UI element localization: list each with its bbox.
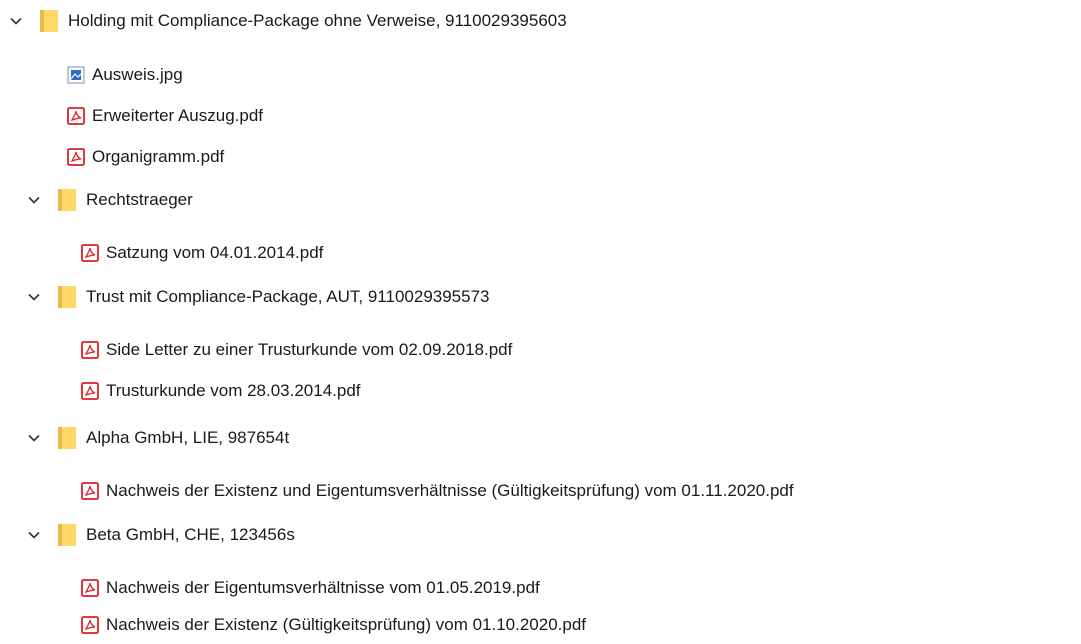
pdf-file-icon — [80, 615, 100, 635]
tree-folder-trust[interactable]: Trust mit Compliance-Package, AUT, 91100… — [26, 282, 490, 312]
tree-folder-label: Trust mit Compliance-Package, AUT, 91100… — [86, 287, 490, 306]
tree-file-label: Trusturkunde vom 28.03.2014.pdf — [106, 381, 361, 400]
pdf-file-icon — [66, 147, 86, 167]
tree-file-label: Satzung vom 04.01.2014.pdf — [106, 243, 324, 262]
tree-folder-rechtstraeger[interactable]: Rechtstraeger — [26, 185, 193, 215]
tree-folder-beta[interactable]: Beta GmbH, CHE, 123456s — [26, 520, 295, 550]
pdf-file-icon — [80, 481, 100, 501]
tree-file[interactable]: Nachweis der Existenz und Eigentumsverhä… — [80, 476, 794, 506]
tree-file[interactable]: Satzung vom 04.01.2014.pdf — [80, 238, 323, 268]
tree-file[interactable]: Nachweis der Eigentumsverhältnisse vom 0… — [80, 573, 540, 603]
tree-file-label: Organigramm.pdf — [92, 147, 225, 166]
tree-folder-label: Beta GmbH, CHE, 123456s — [86, 525, 295, 544]
chevron-down-icon[interactable] — [26, 289, 42, 305]
pdf-file-icon — [80, 243, 100, 263]
pdf-file-icon — [66, 106, 86, 126]
chevron-down-icon[interactable] — [26, 527, 42, 543]
tree-file-label: Nachweis der Existenz und Eigentumsverhä… — [106, 481, 794, 500]
tree-file-label: Side Letter zu einer Trusturkunde vom 02… — [106, 340, 513, 359]
pdf-file-icon — [80, 340, 100, 360]
pdf-file-icon — [80, 578, 100, 598]
tree-file[interactable]: Organigramm.pdf — [66, 142, 224, 172]
pdf-file-icon — [80, 381, 100, 401]
tree-file-label: Nachweis der Existenz (Gültigkeitsprüfun… — [106, 615, 587, 634]
chevron-down-icon[interactable] — [26, 192, 42, 208]
tree-file[interactable]: Nachweis der Existenz (Gültigkeitsprüfun… — [80, 610, 586, 640]
folder-icon — [38, 8, 60, 34]
folder-tree: Holding mit Compliance-Package ohne Verw… — [0, 0, 1081, 644]
chevron-down-icon[interactable] — [26, 430, 42, 446]
tree-folder-label: Holding mit Compliance-Package ohne Verw… — [68, 11, 567, 30]
tree-file[interactable]: Trusturkunde vom 28.03.2014.pdf — [80, 376, 361, 406]
chevron-down-icon[interactable] — [8, 13, 24, 29]
tree-file[interactable]: Ausweis.jpg — [66, 60, 183, 90]
folder-icon — [56, 187, 78, 213]
tree-folder-alpha[interactable]: Alpha GmbH, LIE, 987654t — [26, 423, 289, 453]
tree-file[interactable]: Side Letter zu einer Trusturkunde vom 02… — [80, 335, 512, 365]
tree-folder-label: Alpha GmbH, LIE, 987654t — [86, 428, 290, 447]
tree-file-label: Nachweis der Eigentumsverhältnisse vom 0… — [106, 578, 540, 597]
tree-folder-label: Rechtstraeger — [86, 190, 193, 209]
folder-icon — [56, 522, 78, 548]
tree-file[interactable]: Erweiterter Auszug.pdf — [66, 101, 263, 131]
tree-file-label: Ausweis.jpg — [92, 65, 183, 84]
tree-folder-root[interactable]: Holding mit Compliance-Package ohne Verw… — [8, 6, 567, 36]
folder-icon — [56, 284, 78, 310]
folder-icon — [56, 425, 78, 451]
image-file-icon — [66, 65, 86, 85]
tree-file-label: Erweiterter Auszug.pdf — [92, 106, 264, 125]
